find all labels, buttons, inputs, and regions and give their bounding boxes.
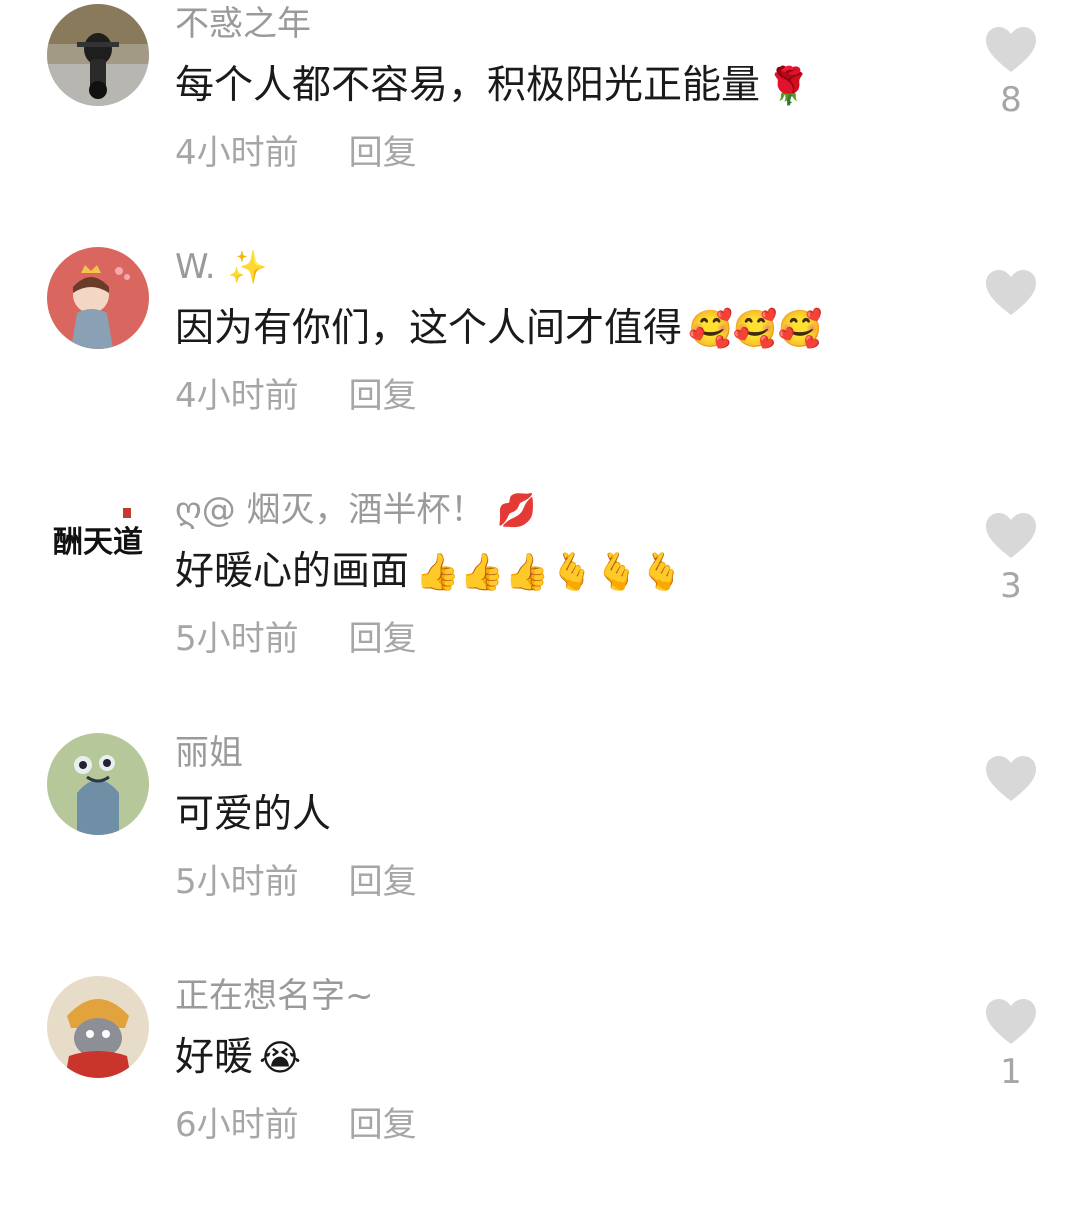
heart-hug-emoji: 🥰🥰🥰 bbox=[688, 309, 823, 350]
svg-text:酬天道: 酬天道 bbox=[53, 525, 143, 560]
like-count: 1 bbox=[1000, 1052, 1022, 1092]
heart-icon[interactable] bbox=[984, 269, 1038, 317]
comment-time: 4小时前 bbox=[175, 133, 299, 173]
comment-text: 好暖心的画面 👍👍👍🫰🫰🫰 bbox=[175, 549, 684, 594]
sparkles-emoji: ✨ bbox=[227, 248, 268, 286]
comment-text: 好暖 😭 bbox=[175, 1035, 302, 1080]
calligraphy-avatar[interactable]: 酬天道 bbox=[47, 490, 149, 592]
reply-button[interactable]: 回复 bbox=[349, 133, 417, 173]
comment-time: 5小时前 bbox=[175, 619, 299, 659]
comment-time: 4小时前 bbox=[175, 376, 299, 416]
comment-meta: 4小时前 回复 bbox=[175, 373, 417, 419]
comment-meta: 4小时前 回复 bbox=[175, 130, 417, 176]
reply-button[interactable]: 回复 bbox=[349, 376, 417, 416]
like-button[interactable] bbox=[982, 755, 1040, 809]
heart-icon[interactable] bbox=[984, 26, 1038, 74]
comment-username[interactable]: 丽姐 bbox=[175, 731, 243, 775]
like-button[interactable]: 1 bbox=[982, 998, 1040, 1092]
comment-list: 不惑之年 每个人都不容易，积极阳光正能量 🌹 4小时前 回复 8 W. ✨ 因为有你们… bbox=[0, 0, 1080, 1166]
comment-meta: 5小时前 回复 bbox=[175, 859, 417, 905]
like-button[interactable] bbox=[982, 269, 1040, 323]
comment-item: W. ✨ 因为有你们，这个人间才值得 🥰🥰🥰 4小时前 回复 bbox=[0, 243, 1080, 485]
like-count: 3 bbox=[1000, 566, 1022, 606]
cartoon-creature-avatar[interactable] bbox=[47, 733, 149, 835]
heart-icon[interactable] bbox=[984, 512, 1038, 560]
comment-item: 不惑之年 每个人都不容易，积极阳光正能量 🌹 4小时前 回复 8 bbox=[0, 0, 1080, 242]
tom-cat-avatar[interactable] bbox=[47, 976, 149, 1078]
motorcycle-photo-avatar[interactable] bbox=[47, 4, 149, 106]
reply-button[interactable]: 回复 bbox=[349, 619, 417, 659]
rose-emoji: 🌹 bbox=[766, 66, 811, 107]
like-button[interactable]: 3 bbox=[982, 512, 1040, 606]
comment-text: 每个人都不容易，积极阳光正能量 🌹 bbox=[175, 63, 811, 108]
comment-meta: 6小时前 回复 bbox=[175, 1102, 417, 1148]
heart-icon[interactable] bbox=[984, 998, 1038, 1046]
princess-cartoon-avatar[interactable] bbox=[47, 247, 149, 349]
reply-button[interactable]: 回复 bbox=[349, 1105, 417, 1145]
comment-item: 酬天道 ღ@ 烟灭，酒半杯！ 💋 好暖心的画面 👍👍👍🫰🫰🫰 5小时前 回复 3 bbox=[0, 486, 1080, 728]
like-count: 8 bbox=[1000, 80, 1022, 120]
comment-username[interactable]: ღ@ 烟灭，酒半杯！ 💋 bbox=[175, 488, 536, 532]
comment-text: 因为有你们，这个人间才值得 🥰🥰🥰 bbox=[175, 306, 823, 351]
heart-icon[interactable] bbox=[984, 755, 1038, 803]
comment-item: 丽姐 可爱的人 5小时前 回复 bbox=[0, 729, 1080, 971]
comment-meta: 5小时前 回复 bbox=[175, 616, 417, 662]
comment-username[interactable]: 不惑之年 bbox=[175, 2, 311, 46]
comment-time: 5小时前 bbox=[175, 862, 299, 902]
thumbs-up-heart-emoji: 👍👍👍🫰🫰🫰 bbox=[415, 552, 684, 593]
comment-username[interactable]: 正在想名字~ bbox=[175, 974, 374, 1018]
crying-face-emoji: 😭 bbox=[259, 1038, 302, 1079]
reply-button[interactable]: 回复 bbox=[349, 862, 417, 902]
comment-text: 可爱的人 bbox=[175, 792, 332, 837]
kiss-lips-emoji: 💋 bbox=[496, 491, 537, 529]
comment-time: 6小时前 bbox=[175, 1105, 299, 1145]
like-button[interactable]: 8 bbox=[982, 26, 1040, 120]
comment-item: 正在想名字~ 好暖 😭 6小时前 回复 1 bbox=[0, 972, 1080, 1214]
comment-username[interactable]: W. ✨ bbox=[175, 245, 267, 289]
